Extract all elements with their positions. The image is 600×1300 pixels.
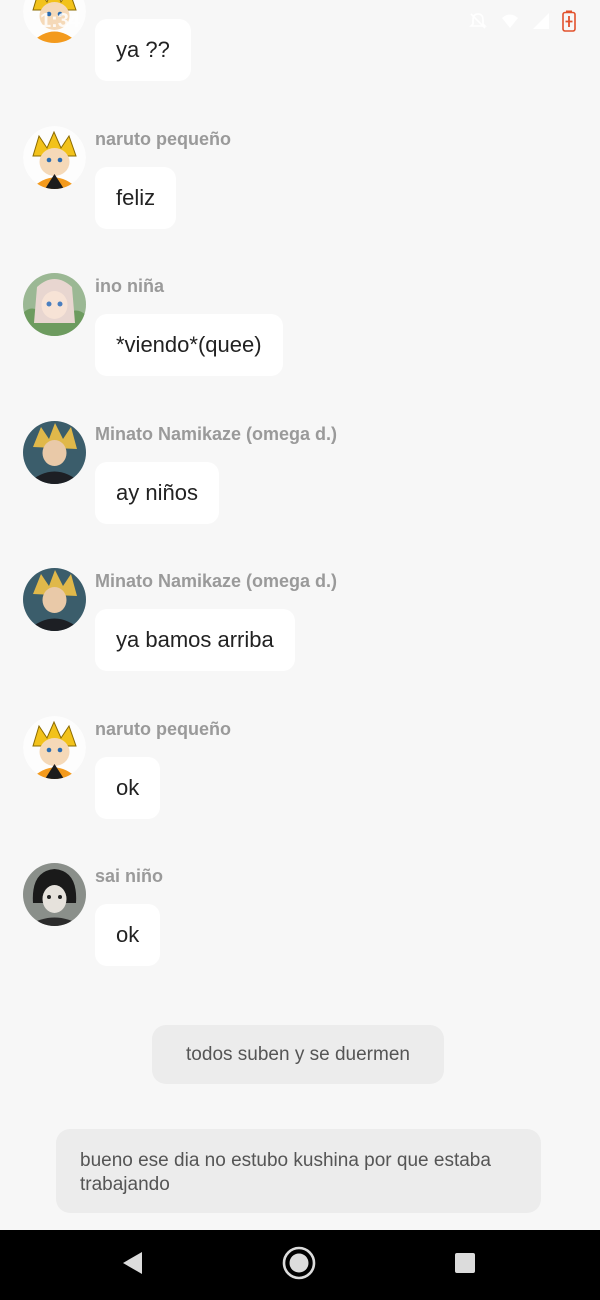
message-bubble[interactable]: ok xyxy=(95,904,161,966)
status-bar: 1:34 xyxy=(0,0,600,44)
recents-button[interactable] xyxy=(425,1230,505,1300)
message-bubble[interactable]: *viendo*(quee) xyxy=(95,314,283,376)
avatar[interactable] xyxy=(23,273,86,336)
message-bubble[interactable]: ok xyxy=(95,757,161,819)
message-bubble[interactable]: ay niños xyxy=(95,462,219,524)
avatar[interactable] xyxy=(23,716,86,779)
sender-name: Minato Namikaze (omega d.) xyxy=(95,571,338,591)
sender-name: Minato Namikaze (omega d.) xyxy=(95,424,338,444)
home-icon xyxy=(282,1246,316,1285)
message-bubble[interactable]: feliz xyxy=(95,167,177,229)
status-icons xyxy=(468,10,576,37)
sender-name: ino niña xyxy=(95,276,164,296)
narration-message[interactable]: bueno ese dia no estubo kushina por que … xyxy=(56,1129,541,1213)
navigation-bar xyxy=(0,1230,600,1300)
back-button[interactable] xyxy=(92,1230,172,1300)
signal-icon xyxy=(532,12,550,35)
avatar[interactable] xyxy=(23,863,86,926)
wifi-icon xyxy=(500,12,520,35)
battery-charging-icon xyxy=(562,10,576,37)
notifications-off-icon xyxy=(468,11,488,36)
message-bubble[interactable]: ya bamos arriba xyxy=(95,609,295,671)
sender-name: naruto pequeño xyxy=(95,719,231,739)
avatar[interactable] xyxy=(23,421,86,484)
sender-name: sai niño xyxy=(95,866,164,886)
avatar[interactable] xyxy=(23,126,86,189)
status-time: 1:34 xyxy=(40,10,81,32)
avatar[interactable] xyxy=(23,568,86,631)
home-button[interactable] xyxy=(259,1230,339,1300)
recents-icon xyxy=(453,1251,477,1280)
sender-name: naruto pequeño xyxy=(95,129,231,149)
chat-screen: 1:34 ya ?? naruto pequeño feliz ino niña… xyxy=(0,0,600,1230)
back-icon xyxy=(120,1250,144,1281)
narration-message[interactable]: todos suben y se duermen xyxy=(152,1025,444,1084)
